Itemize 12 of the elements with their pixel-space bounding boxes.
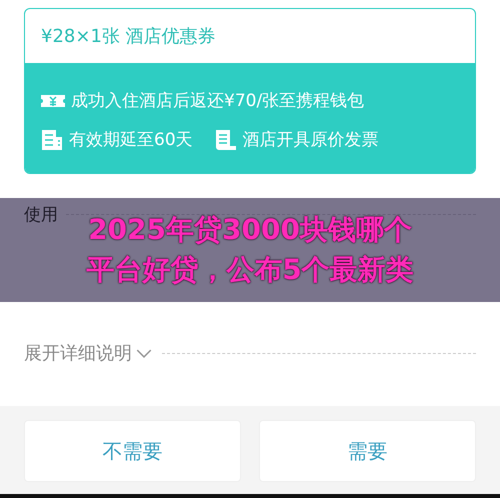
coupon-title: ¥28×1张 酒店优惠券 <box>41 25 216 48</box>
expand-details-link[interactable]: 展开详细说明 <box>24 341 152 365</box>
benefit-text: 酒店开具原价发票 <box>242 129 379 151</box>
receipt-icon <box>214 128 237 150</box>
banner-title-line: 平台好贷，公布5个最新类 <box>86 252 414 288</box>
tips-heading: 使用 <box>24 204 58 226</box>
decline-button[interactable]: 不需要 <box>24 420 241 482</box>
banner-title-line: 2025年贷3000块钱哪个 <box>88 212 412 248</box>
benefit-text: 成功入住酒店后返还¥70/张至携程钱包 <box>71 90 364 112</box>
chevron-down-icon <box>136 348 152 358</box>
benefit-text: 有效期延至60天 <box>69 129 193 151</box>
accept-button[interactable]: 需要 <box>259 420 476 482</box>
